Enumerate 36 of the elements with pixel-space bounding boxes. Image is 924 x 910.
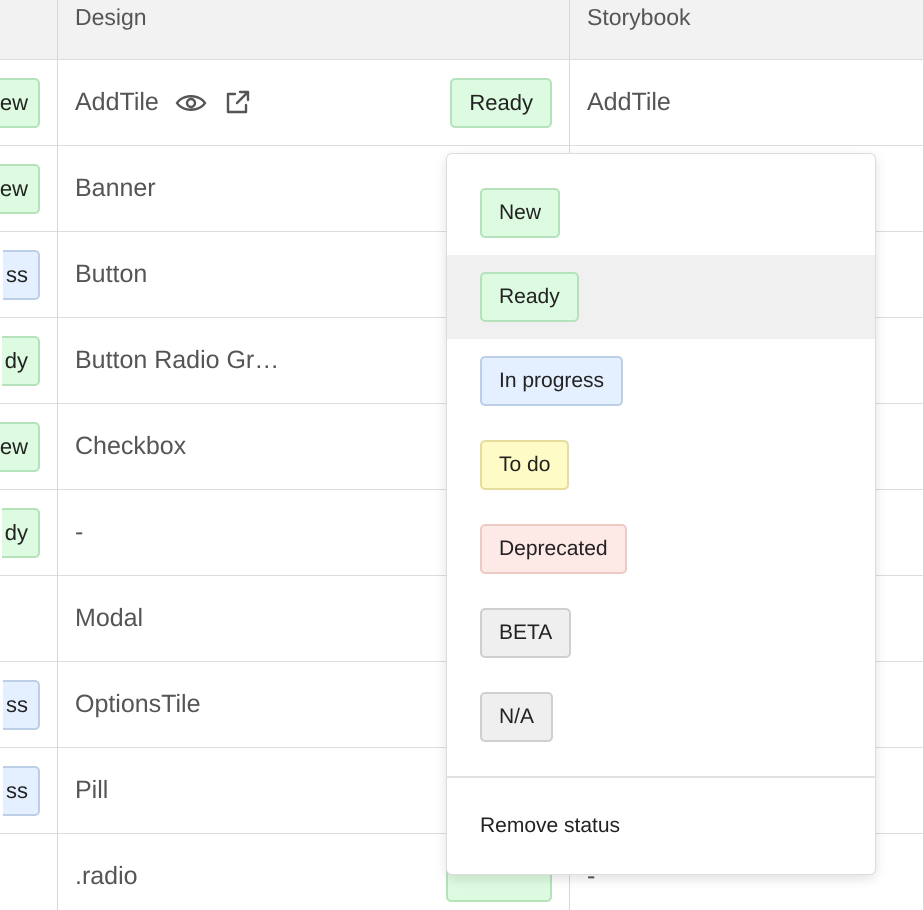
- status-badge[interactable]: dy: [2, 336, 40, 386]
- status-badge[interactable]: ss: [3, 680, 40, 730]
- column-header: Storybook: [587, 4, 691, 31]
- status-badge: Ready: [480, 272, 579, 322]
- status-badge[interactable]: ew: [0, 422, 40, 472]
- component-name: AddTile: [75, 88, 159, 117]
- component-name: Checkbox: [75, 432, 186, 461]
- status-option[interactable]: N/A: [447, 675, 875, 759]
- component-name: .radio: [75, 862, 138, 891]
- status-badge[interactable]: ss: [3, 766, 40, 816]
- component-name: Modal: [75, 604, 144, 633]
- status-badge[interactable]: ew: [0, 78, 40, 128]
- component-name: AddTile: [587, 88, 671, 117]
- status-badge: N/A: [480, 692, 554, 742]
- status-option[interactable]: New: [447, 171, 875, 255]
- status-badge: In progress: [480, 356, 624, 406]
- component-name: -: [75, 518, 84, 547]
- component-name: Button Radio Gr…: [75, 346, 280, 375]
- status-option[interactable]: Ready: [447, 255, 875, 339]
- component-name: Banner: [75, 174, 156, 203]
- status-badge: BETA: [480, 608, 572, 658]
- column-header: Design: [75, 4, 147, 31]
- status-badge: New: [480, 188, 560, 238]
- status-badge[interactable]: ew: [0, 164, 40, 214]
- status-option[interactable]: BETA: [447, 591, 875, 675]
- status-option[interactable]: To do: [447, 423, 875, 507]
- status-badge: To do: [480, 440, 570, 490]
- status-badge[interactable]: dy: [2, 508, 40, 558]
- status-badge: Deprecated: [480, 524, 627, 574]
- component-name: OptionsTile: [75, 690, 201, 719]
- component-name: Button: [75, 260, 148, 289]
- status-option[interactable]: Deprecated: [447, 507, 875, 591]
- status-badge[interactable]: Ready: [450, 78, 552, 128]
- component-name: Pill: [75, 776, 108, 805]
- status-option[interactable]: In progress: [447, 339, 875, 423]
- status-badge[interactable]: ss: [3, 250, 40, 300]
